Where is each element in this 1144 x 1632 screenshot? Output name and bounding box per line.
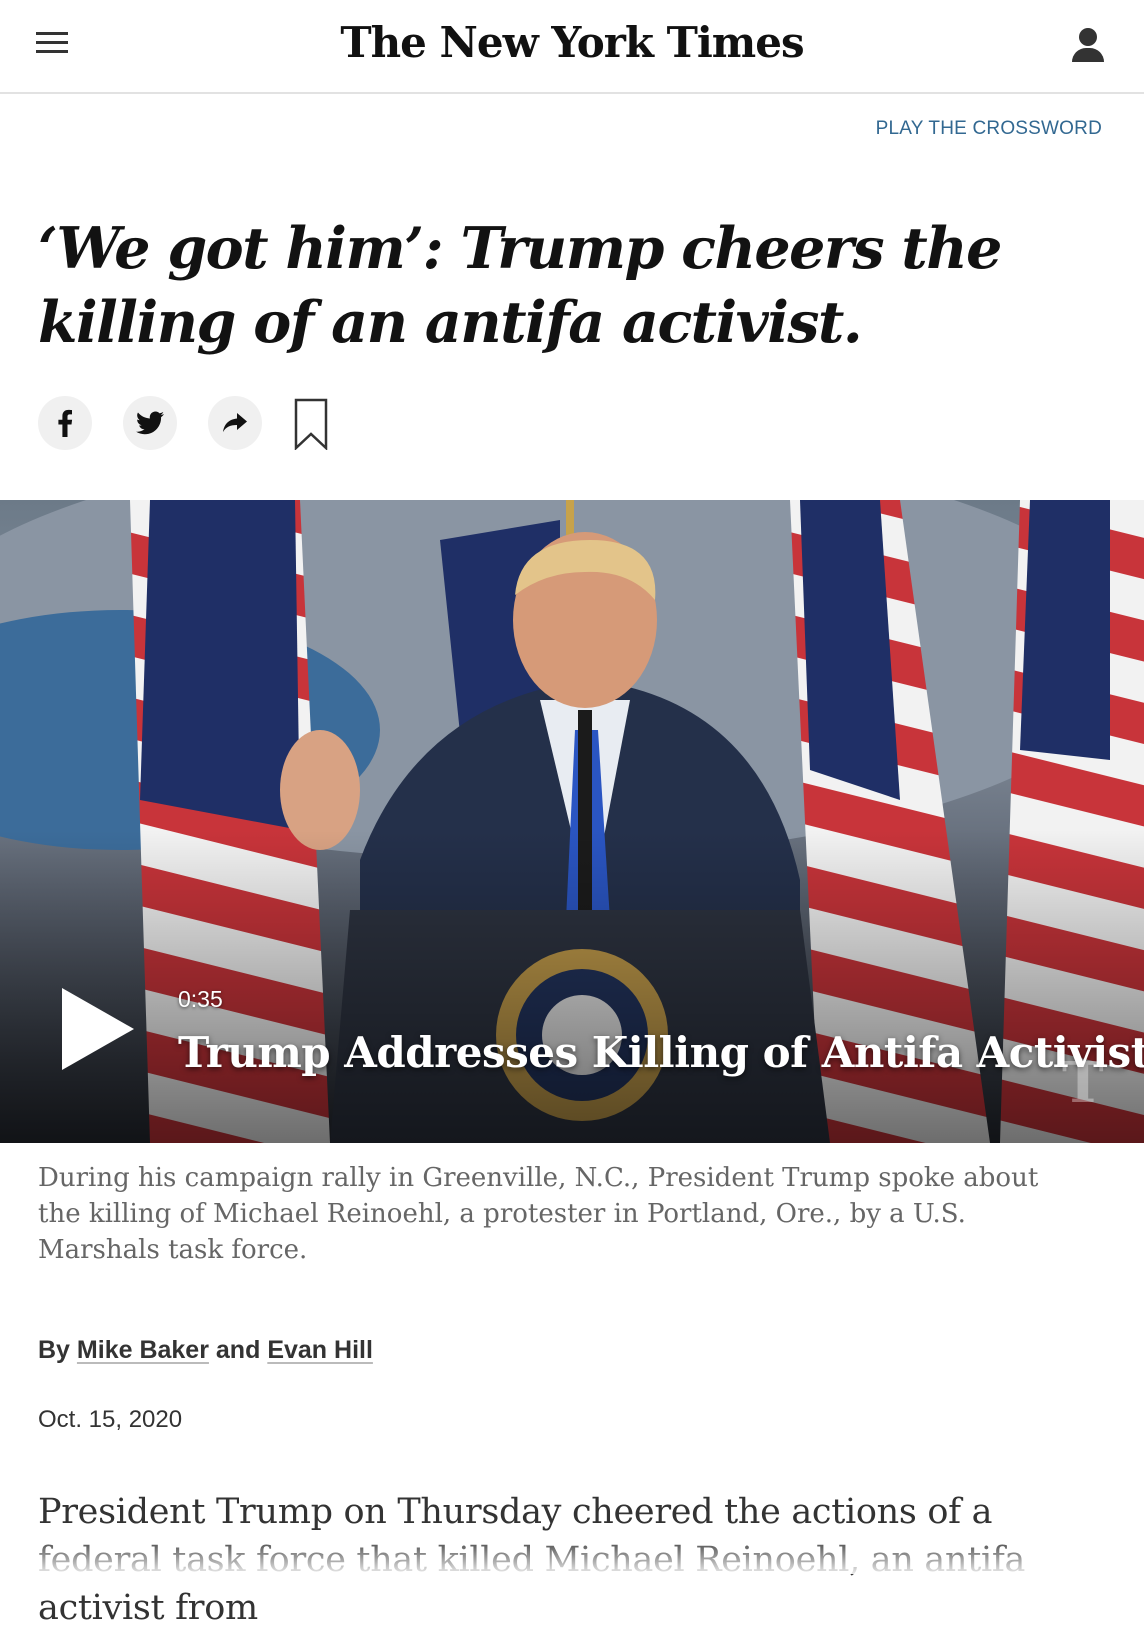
twitter-share-button[interactable] — [123, 396, 177, 450]
play-icon[interactable] — [62, 988, 134, 1070]
more-share-button[interactable] — [208, 396, 262, 450]
byline-conjunction: and — [215, 1336, 261, 1364]
scroll-fade — [0, 1536, 1144, 1574]
masthead: The New York Times — [0, 0, 1144, 94]
nyt-t-logo-watermark: T — [1062, 1050, 1104, 1116]
byline-prefix: By — [38, 1336, 70, 1364]
video-player[interactable]: 0:35 Trump Addresses Killing of Antifa A… — [0, 500, 1144, 1143]
video-caption: During his campaign rally in Greenville,… — [38, 1163, 1039, 1265]
facebook-icon — [58, 409, 73, 437]
twitter-icon — [136, 411, 164, 435]
play-crossword-link[interactable]: PLAY THE CROSSWORD — [876, 118, 1102, 140]
publish-date: Oct. 15, 2020 — [38, 1406, 183, 1433]
video-duration: 0:35 — [178, 986, 223, 1012]
author-link-mike-baker[interactable]: Mike Baker — [77, 1336, 209, 1364]
byline: By Mike Baker and Evan Hill — [38, 1336, 373, 1365]
bookmark-icon[interactable] — [294, 398, 328, 450]
facebook-share-button[interactable] — [38, 396, 92, 450]
nyt-logo[interactable]: The New York Times — [0, 18, 1144, 67]
video-title: Trump Addresses Killing of Antifa Activi… — [178, 1028, 1144, 1077]
user-account-icon[interactable] — [1070, 26, 1106, 66]
article-headline: ‘We got him’: Trump cheers the killing o… — [38, 215, 1002, 356]
share-arrow-icon — [223, 413, 247, 432]
author-link-evan-hill[interactable]: Evan Hill — [267, 1336, 373, 1364]
